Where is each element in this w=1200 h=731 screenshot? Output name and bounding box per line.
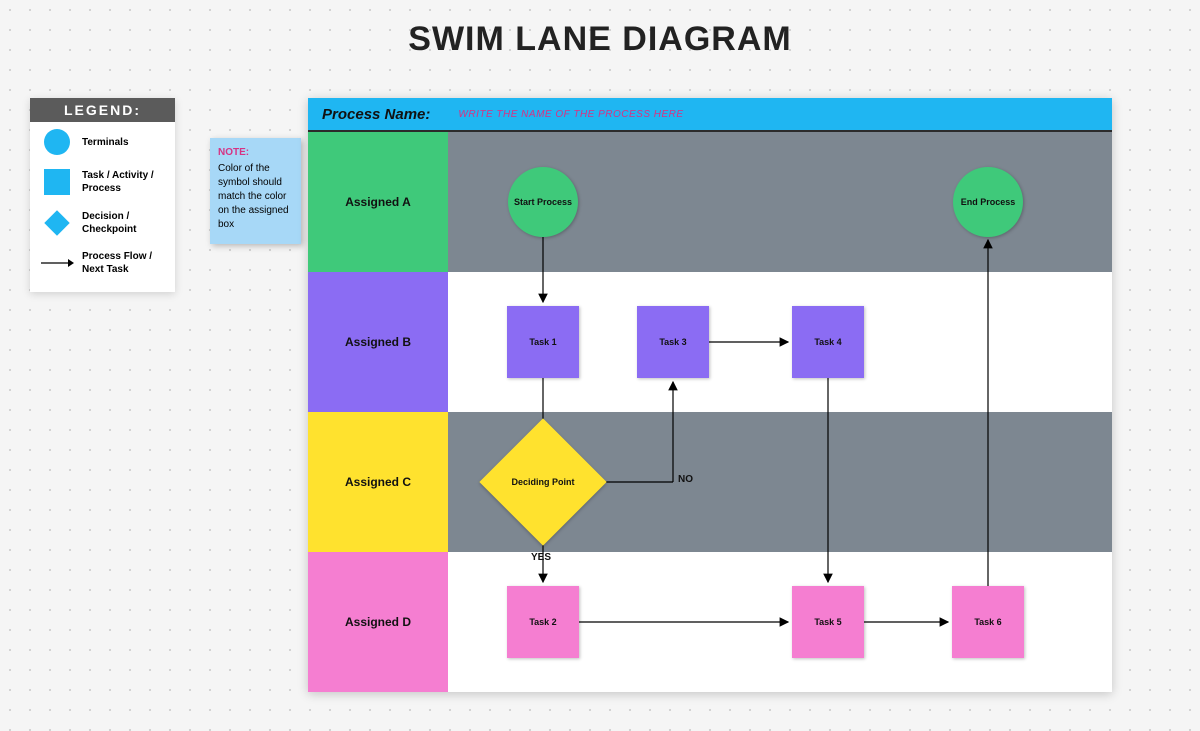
process-name-label: Process Name: [322, 106, 430, 123]
legend-item-label: Decision / Checkpoint [76, 210, 167, 236]
legend-item-label: Terminals [76, 136, 167, 149]
task3-node[interactable]: Task 3 [637, 306, 709, 378]
legend-item-label: Process Flow / Next Task [76, 250, 167, 276]
square-icon [38, 168, 76, 196]
lane-d-label: Assigned D [308, 552, 448, 692]
note-box: NOTE: Color of the symbol should match t… [210, 138, 301, 244]
legend-item-arrow: Process Flow / Next Task [30, 244, 175, 282]
legend-item-decision: Decision / Checkpoint [30, 202, 175, 244]
lane-a-label: Assigned A [308, 132, 448, 272]
diamond-icon [38, 208, 76, 238]
process-name-bar: Process Name: WRITE THE NAME OF THE PROC… [308, 98, 1112, 130]
page-title: SWIM LANE DIAGRAM [0, 20, 1200, 59]
task2-node[interactable]: Task 2 [507, 586, 579, 658]
legend-header: LEGEND: [30, 98, 175, 122]
lane-b-label: Assigned B [308, 272, 448, 412]
circle-icon [38, 128, 76, 156]
task6-node[interactable]: Task 6 [952, 586, 1024, 658]
arrow-icon [38, 257, 76, 269]
swimlane-container: Process Name: WRITE THE NAME OF THE PROC… [308, 98, 1112, 692]
task1-node[interactable]: Task 1 [507, 306, 579, 378]
task4-node[interactable]: Task 4 [792, 306, 864, 378]
lanes: Assigned A Assigned B Assigned C Assigne… [308, 132, 1112, 692]
lane-c-label: Assigned C [308, 412, 448, 552]
legend-panel: LEGEND: Terminals Task / Activity / Proc… [30, 98, 175, 292]
note-body: Color of the symbol should match the col… [218, 162, 293, 232]
legend-item-terminal: Terminals [30, 122, 175, 162]
note-title: NOTE: [218, 146, 293, 160]
lane-b: Assigned B [308, 272, 1112, 412]
decision-node[interactable]: Deciding Point [498, 437, 588, 527]
lane-c: Assigned C [308, 412, 1112, 552]
legend-item-task: Task / Activity / Process [30, 162, 175, 202]
legend-item-label: Task / Activity / Process [76, 169, 167, 195]
end-terminal[interactable]: End Process [953, 167, 1023, 237]
task5-node[interactable]: Task 5 [792, 586, 864, 658]
start-terminal[interactable]: Start Process [508, 167, 578, 237]
process-name-placeholder[interactable]: WRITE THE NAME OF THE PROCESS HERE [458, 109, 683, 120]
